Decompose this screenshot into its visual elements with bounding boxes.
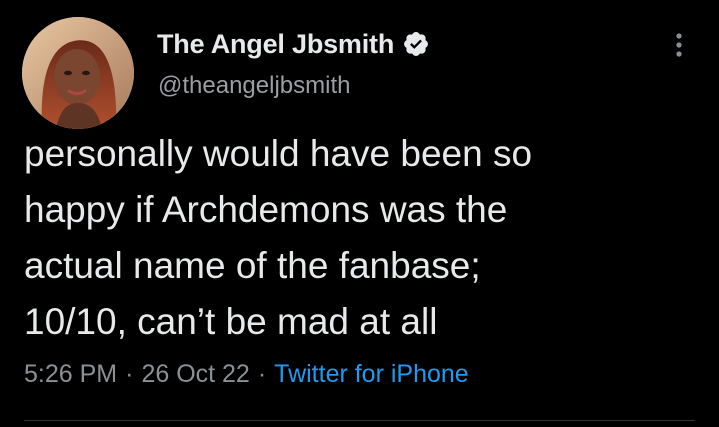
tweet-text-line: personally would have been so: [24, 133, 533, 174]
avatar[interactable]: [22, 17, 134, 129]
tweet-time[interactable]: 5:26 PM: [24, 360, 117, 389]
tweet-source-link[interactable]: Twitter for iPhone: [274, 360, 469, 389]
author-handle[interactable]: @theangeljbsmith: [158, 72, 350, 100]
tweet-date[interactable]: 26 Oct 22: [141, 360, 249, 389]
more-options-icon[interactable]: [666, 30, 692, 60]
tweet-text-line: happy if Archdemons was the: [24, 189, 508, 230]
divider: [24, 420, 695, 421]
tweet-text-line: actual name of the fanbase;: [24, 245, 481, 286]
tweet-text: personally would have been so happy if A…: [24, 126, 694, 350]
author-display-name[interactable]: The Angel Jbsmith: [157, 29, 394, 60]
verified-badge-icon: [404, 32, 429, 56]
profile-photo: [22, 17, 134, 129]
tweet-card: The Angel Jbsmith @theangeljbsmith perso…: [0, 0, 719, 427]
separator-dot: ·: [257, 360, 267, 388]
tweet-text-line: 10/10, can’t be mad at all: [24, 301, 438, 342]
author-name-row[interactable]: The Angel Jbsmith: [157, 26, 430, 62]
tweet-metadata: 5:26 PM · 26 Oct 22 · Twitter for iPhone: [24, 360, 469, 389]
separator-dot: ·: [125, 360, 134, 388]
